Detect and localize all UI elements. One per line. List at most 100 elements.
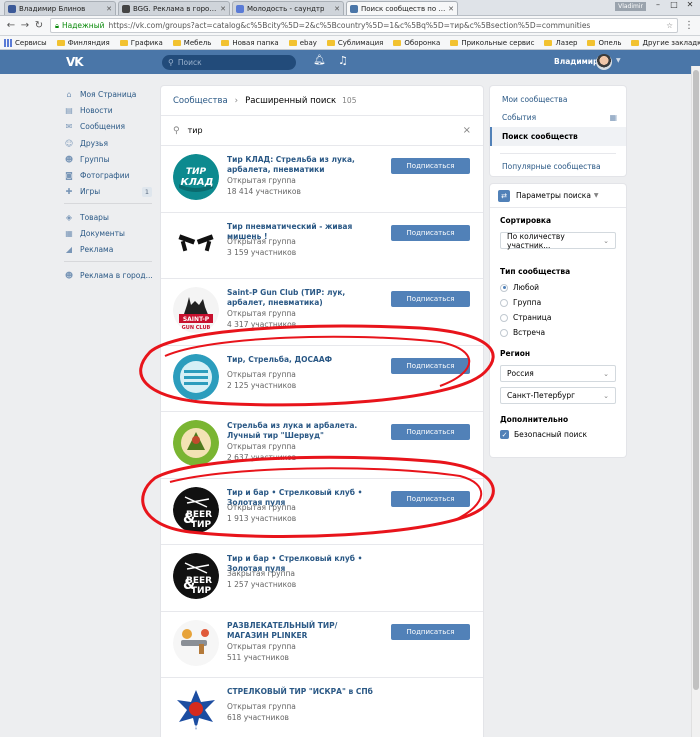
page-scrollbar[interactable] bbox=[691, 66, 700, 737]
list-item[interactable]: Тир пневматический - живая мишень ! Откр… bbox=[161, 213, 483, 279]
radio-page[interactable]: Страница bbox=[500, 313, 551, 322]
group-title[interactable]: СТРЕЛКОВЫЙ ТИР "ИСКРА" в СПб bbox=[227, 687, 377, 697]
params-header[interactable]: ⇄ Параметры поиска ▼ bbox=[490, 184, 626, 208]
bookmark-folder[interactable]: Мебель bbox=[172, 39, 211, 47]
list-item[interactable]: ИСКРА СТРЕЛКОВЫЙ ТИР "ИСКРА" в СПб Откры… bbox=[161, 678, 483, 737]
group-avatar[interactable] bbox=[173, 353, 219, 400]
subscribe-button[interactable]: Подписаться bbox=[391, 490, 470, 507]
calendar-icon[interactable]: ▦ bbox=[609, 113, 617, 122]
forward-icon[interactable]: → bbox=[18, 20, 32, 31]
bookmark-folder[interactable]: Лазер bbox=[544, 39, 577, 47]
page-title: Расширенный поиск bbox=[245, 95, 337, 106]
subscribe-button[interactable]: Подписаться bbox=[391, 424, 470, 440]
close-tab-icon[interactable]: ✕ bbox=[448, 5, 454, 13]
close-tab-icon[interactable]: ✕ bbox=[106, 5, 112, 13]
browser-tab[interactable]: Владимир Блинов ✕ bbox=[4, 1, 116, 15]
sort-select[interactable]: По количеству участник... ⌄ bbox=[500, 232, 616, 250]
browser-tab[interactable]: BGG. Реклама в городе ✕ bbox=[118, 1, 230, 15]
radio-meeting[interactable]: Встреча bbox=[500, 328, 545, 337]
other-bookmarks[interactable]: Другие закладки bbox=[631, 39, 700, 47]
reload-icon[interactable]: ↻ bbox=[32, 20, 46, 31]
maximize-icon[interactable]: □ bbox=[666, 0, 682, 14]
search-query: тир bbox=[187, 126, 203, 135]
list-item[interactable]: BEER ТИР & Тир и бар • Стрелковый клуб • З… bbox=[161, 545, 483, 612]
bookmark-star-icon[interactable]: ☆ bbox=[666, 21, 673, 30]
list-item[interactable]: SAINT-P GUN CLUB Saint-P Gun Club (ТИР: л… bbox=[161, 279, 483, 346]
nav-my-communities[interactable]: Мои сообщества bbox=[490, 90, 626, 109]
close-window-icon[interactable]: ✕ bbox=[682, 0, 698, 14]
menu-item-groups[interactable]: ☻ Группы bbox=[64, 151, 156, 167]
safe-search-checkbox[interactable]: ✓ Безопасный поиск bbox=[500, 430, 587, 439]
radio-any[interactable]: Любой bbox=[500, 283, 539, 292]
list-item[interactable]: ТИР КЛАД Тир КЛАД: Стрельба из лука, арба… bbox=[161, 146, 483, 213]
bookmark-apps[interactable]: Сервисы bbox=[4, 38, 47, 47]
group-avatar[interactable]: BEER ТИР & bbox=[173, 486, 219, 533]
country-select[interactable]: Россия ⌄ bbox=[500, 365, 616, 382]
group-title[interactable]: РАЗВЛЕКАТЕЛЬНЫЙ ТИР/МАГАЗИН PLINKER bbox=[227, 621, 377, 641]
group-avatar[interactable]: ТИР КЛАД bbox=[173, 154, 219, 200]
window-user-badge[interactable]: Vladimir bbox=[615, 2, 646, 11]
menu-item-friends[interactable]: ☺ Друзья bbox=[64, 135, 156, 151]
nav-popular-communities[interactable]: Популярные сообщества bbox=[490, 158, 626, 177]
chevron-down-icon[interactable]: ▼ bbox=[616, 57, 621, 64]
header-search-input[interactable]: ⚲ Поиск bbox=[162, 55, 296, 70]
city-select[interactable]: Санкт-Петербург ⌄ bbox=[500, 387, 616, 404]
group-avatar[interactable]: BEER ТИР & bbox=[173, 553, 219, 599]
url-field[interactable]: 🔒︎ Надежный https://vk.com/groups?act=ca… bbox=[50, 18, 678, 33]
nav-events[interactable]: События ▦ bbox=[490, 109, 626, 128]
bookmark-folder[interactable]: Новая папка bbox=[221, 39, 279, 47]
subscribe-button[interactable]: Подписаться bbox=[391, 357, 470, 374]
bookmark-folder[interactable]: Прикольные сервис bbox=[450, 39, 534, 47]
minimize-icon[interactable]: – bbox=[650, 0, 666, 14]
nav-community-search[interactable]: Поиск сообществ bbox=[490, 127, 626, 146]
menu-item-ads[interactable]: ◢ Реклама bbox=[64, 242, 156, 258]
back-icon[interactable]: ← bbox=[4, 20, 18, 31]
browser-tab[interactable]: Молодость - саундтр ✕ bbox=[232, 1, 344, 15]
close-tab-icon[interactable]: ✕ bbox=[220, 5, 226, 13]
menu-item-messages[interactable]: ✉ Сообщения bbox=[64, 119, 156, 135]
avatar[interactable] bbox=[596, 54, 612, 70]
scrollbar-thumb[interactable] bbox=[693, 70, 699, 690]
breadcrumb-communities[interactable]: Сообщества bbox=[173, 96, 228, 106]
menu-item-games[interactable]: ✚ Игры 1 bbox=[64, 184, 156, 200]
subscribe-button[interactable]: Подписаться bbox=[391, 623, 470, 640]
group-avatar[interactable] bbox=[173, 420, 219, 466]
menu-icon[interactable]: ⋮ bbox=[682, 20, 696, 31]
group-avatar[interactable] bbox=[173, 220, 219, 267]
list-item[interactable]: РАЗВЛЕКАТЕЛЬНЫЙ ТИР/МАГАЗИН PLINKER Откр… bbox=[161, 612, 483, 678]
list-item[interactable]: Тир, Стрельба, ДОСААФ Открытая группа 2 … bbox=[161, 346, 483, 412]
menu-item-goods[interactable]: ◈ Товары bbox=[64, 209, 156, 225]
browser-tab-active[interactable]: Поиск сообществ по за ✕ bbox=[346, 1, 458, 15]
list-item[interactable]: Стрельба из лука и арбалета. Лучный тир … bbox=[161, 412, 483, 479]
notifications-bell-icon[interactable]: 🔔︎ bbox=[313, 55, 326, 66]
bookmark-folder[interactable]: Опель bbox=[587, 39, 621, 47]
group-avatar[interactable] bbox=[173, 619, 219, 666]
radio-group[interactable]: Группа bbox=[500, 298, 541, 307]
subscribe-button[interactable]: Подписаться bbox=[391, 158, 470, 174]
bookmark-folder[interactable]: Графика bbox=[119, 39, 163, 47]
music-icon[interactable]: ♫ bbox=[338, 54, 348, 67]
menu-item-my-page[interactable]: ⌂ Моя Страница bbox=[64, 86, 156, 102]
group-avatar[interactable]: ИСКРА bbox=[173, 686, 219, 732]
menu-item-photos[interactable]: ◙ Фотографии bbox=[64, 167, 156, 183]
clear-search-icon[interactable]: × bbox=[463, 125, 471, 136]
group-title[interactable]: Saint-P Gun Club (ТИР: лук, арбалет, пне… bbox=[227, 288, 377, 308]
bookmark-folder[interactable]: Сублимация bbox=[326, 39, 383, 47]
list-item[interactable]: BEER ТИР & Тир и бар • Стрелковый клуб • З… bbox=[161, 479, 483, 545]
menu-item-news[interactable]: ▤ Новости bbox=[64, 102, 156, 118]
group-search-input[interactable]: ⚲ тир × bbox=[161, 116, 483, 146]
bookmark-folder[interactable]: ebay bbox=[288, 39, 317, 47]
subscribe-button[interactable]: Подписаться bbox=[391, 224, 470, 241]
menu-item-documents[interactable]: ▦ Документы bbox=[64, 225, 156, 241]
group-title[interactable]: Стрельба из лука и арбалета. Лучный тир … bbox=[227, 421, 377, 441]
bookmark-folder[interactable]: Оборонка bbox=[393, 39, 440, 47]
menu-item-city-ads[interactable]: ☻ Реклама в город... bbox=[64, 267, 156, 283]
group-avatar[interactable]: SAINT-P GUN CLUB bbox=[173, 287, 219, 333]
vk-logo[interactable]: VK bbox=[66, 55, 84, 69]
close-tab-icon[interactable]: ✕ bbox=[334, 5, 340, 13]
group-title[interactable]: Тир КЛАД: Стрельба из лука, арбалета, пн… bbox=[227, 155, 377, 175]
bookmark-folder[interactable]: Финляндия bbox=[56, 39, 110, 47]
subscribe-button[interactable]: Подписаться bbox=[391, 291, 470, 307]
header-user-name[interactable]: Владимир bbox=[554, 57, 598, 66]
group-title[interactable]: Тир, Стрельба, ДОСААФ bbox=[227, 355, 377, 365]
